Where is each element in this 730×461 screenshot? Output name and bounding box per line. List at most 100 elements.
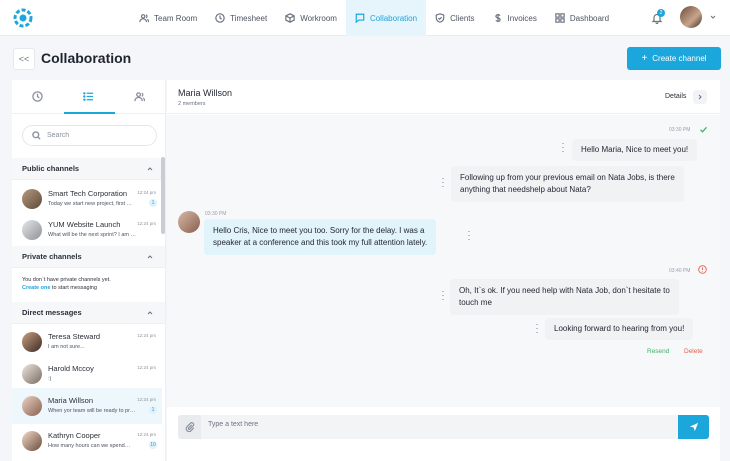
details-chevron-button[interactable] bbox=[693, 90, 707, 104]
message-menu-icon[interactable]: · · · bbox=[561, 139, 565, 156]
sidebar-tabs bbox=[12, 80, 165, 114]
tab-contacts[interactable] bbox=[114, 80, 165, 113]
chevron-right-icon bbox=[698, 94, 702, 100]
unread-badge: 10 bbox=[149, 441, 157, 449]
user-avatar[interactable] bbox=[680, 6, 702, 28]
shield-icon bbox=[435, 13, 445, 23]
grid-icon bbox=[555, 13, 565, 23]
avatar bbox=[22, 364, 42, 384]
last-message: When yor team will be ready to pr… bbox=[48, 408, 136, 414]
logo-icon[interactable] bbox=[12, 7, 34, 29]
active-tab-indicator bbox=[64, 112, 115, 114]
unread-badge: 1 bbox=[149, 406, 157, 414]
clock-icon bbox=[215, 13, 225, 23]
message-timestamp: 03:30 PM bbox=[205, 211, 227, 217]
send-button[interactable] bbox=[678, 415, 709, 439]
nav-timesheet[interactable]: Timesheet bbox=[206, 0, 276, 36]
nav-dashboard[interactable]: Dashboard bbox=[546, 0, 618, 36]
message-timestamp: 03:30 PM bbox=[669, 127, 691, 133]
message-text-line: Oh, It`s ok. If you need help with Nata … bbox=[459, 286, 670, 295]
channel-item-yum-website[interactable]: YUM Website Launch What will be the next… bbox=[12, 212, 162, 248]
nav-invoices[interactable]: Invoices bbox=[484, 0, 546, 36]
channel-last-message: What will be the next sprint? I am … bbox=[48, 232, 136, 238]
nav-label: Clients bbox=[450, 13, 475, 23]
message-menu-icon[interactable]: · · · bbox=[535, 320, 539, 337]
chevron-down-icon[interactable] bbox=[710, 14, 716, 20]
sender-avatar bbox=[178, 211, 200, 233]
nav-team-room[interactable]: Team Room bbox=[130, 0, 206, 36]
message-menu-icon[interactable]: · · · bbox=[467, 227, 471, 244]
private-empty-suffix: to start messaging bbox=[51, 285, 97, 291]
chat-contact-name: Maria Willson bbox=[178, 88, 233, 98]
last-message: How many hours can we spend… bbox=[48, 443, 131, 449]
message-text-line: Following up from your previous email on… bbox=[460, 173, 675, 182]
message-input[interactable] bbox=[208, 421, 668, 428]
direct-item-harold[interactable]: Harold Mccoy :) 12:24 pm bbox=[12, 356, 162, 392]
nav-collaboration[interactable]: Collaboration bbox=[345, 0, 427, 36]
search-input[interactable] bbox=[47, 132, 147, 139]
notification-badge: 2 bbox=[657, 9, 665, 17]
private-channels-header[interactable]: Private channels bbox=[12, 246, 165, 268]
message-outgoing: Following up from your previous email on… bbox=[451, 166, 684, 202]
tab-list[interactable] bbox=[63, 80, 114, 113]
public-channels-header[interactable]: Public channels bbox=[12, 158, 165, 180]
attach-button[interactable] bbox=[178, 415, 201, 439]
nav-label: Dashboard bbox=[569, 13, 610, 23]
users-icon bbox=[134, 92, 145, 102]
create-one-link[interactable]: Create one bbox=[22, 285, 50, 291]
message-time: 12:24 pm bbox=[137, 333, 156, 338]
nav-workroom[interactable]: Workroom bbox=[276, 0, 346, 36]
message-text-line: speaker at a conference and this took my… bbox=[213, 238, 428, 247]
chat-header: Maria Willson 2 members Details bbox=[167, 80, 720, 114]
avatar bbox=[22, 431, 42, 451]
nav-label: Collaboration bbox=[369, 13, 418, 23]
chat-icon bbox=[355, 13, 365, 23]
chat-members-count: 2 members bbox=[178, 101, 206, 107]
message-outgoing: Hello Maria, Nice to meet you! bbox=[572, 139, 698, 161]
section-title: Private channels bbox=[22, 252, 82, 261]
sidebar-scrollbar[interactable] bbox=[161, 157, 165, 234]
section-title: Direct messages bbox=[22, 308, 82, 317]
error-icon[interactable] bbox=[698, 265, 707, 274]
nav-label: Timesheet bbox=[230, 13, 268, 23]
search-icon bbox=[32, 131, 41, 140]
check-icon bbox=[700, 126, 707, 133]
create-channel-button[interactable]: + Create channel bbox=[627, 47, 721, 70]
message-time: 12:24 pm bbox=[137, 432, 156, 437]
direct-item-teresa[interactable]: Teresa Steward I am not sure... 12:24 pm bbox=[12, 324, 162, 360]
chevron-up-icon[interactable] bbox=[147, 166, 153, 172]
page-title: Collaboration bbox=[41, 50, 132, 66]
last-message: :) bbox=[48, 376, 52, 382]
delete-button[interactable]: Delete bbox=[684, 348, 703, 355]
message-text-line: Hello Cris, Nice to meet you too. Sorry … bbox=[213, 226, 425, 235]
nav-clients[interactable]: Clients bbox=[426, 0, 483, 36]
message-incoming: Hello Cris, Nice to meet you too. Sorry … bbox=[204, 219, 437, 255]
section-title: Public channels bbox=[22, 164, 80, 173]
private-empty-state: You don`t have private channels yet. Cre… bbox=[22, 276, 111, 292]
message-menu-icon[interactable]: · · · bbox=[441, 174, 445, 191]
message-list[interactable]: 03:30 PM · · · Hello Maria, Nice to meet y… bbox=[167, 115, 720, 407]
back-button[interactable]: << bbox=[13, 48, 35, 70]
create-channel-label: Create channel bbox=[652, 54, 707, 63]
resend-button[interactable]: Resend bbox=[647, 348, 669, 355]
channel-avatar bbox=[22, 220, 42, 240]
dollar-icon bbox=[494, 13, 501, 23]
message-composer bbox=[178, 415, 709, 439]
channel-name: YUM Website Launch bbox=[48, 220, 121, 229]
direct-item-kathryn[interactable]: Kathryn Cooper How many hours can we spe… bbox=[12, 423, 162, 459]
message-outgoing: Looking forward to hearing from you! bbox=[545, 318, 694, 340]
direct-messages-header[interactable]: Direct messages bbox=[12, 302, 165, 324]
cube-icon bbox=[285, 13, 295, 23]
search-box[interactable] bbox=[22, 125, 157, 146]
plus-icon: + bbox=[641, 53, 648, 64]
list-icon bbox=[83, 92, 94, 101]
message-outgoing: Oh, It`s ok. If you need help with Nata … bbox=[450, 279, 679, 315]
chevron-up-icon[interactable] bbox=[147, 254, 153, 260]
chevron-up-icon[interactable] bbox=[147, 310, 153, 316]
message-menu-icon[interactable]: · · · bbox=[441, 287, 445, 304]
details-button[interactable]: Details bbox=[665, 93, 686, 100]
avatar bbox=[22, 396, 42, 416]
tab-recent[interactable] bbox=[12, 80, 63, 113]
users-icon bbox=[139, 14, 149, 23]
direct-item-maria[interactable]: Maria Willson When yor team will be read… bbox=[12, 388, 162, 424]
